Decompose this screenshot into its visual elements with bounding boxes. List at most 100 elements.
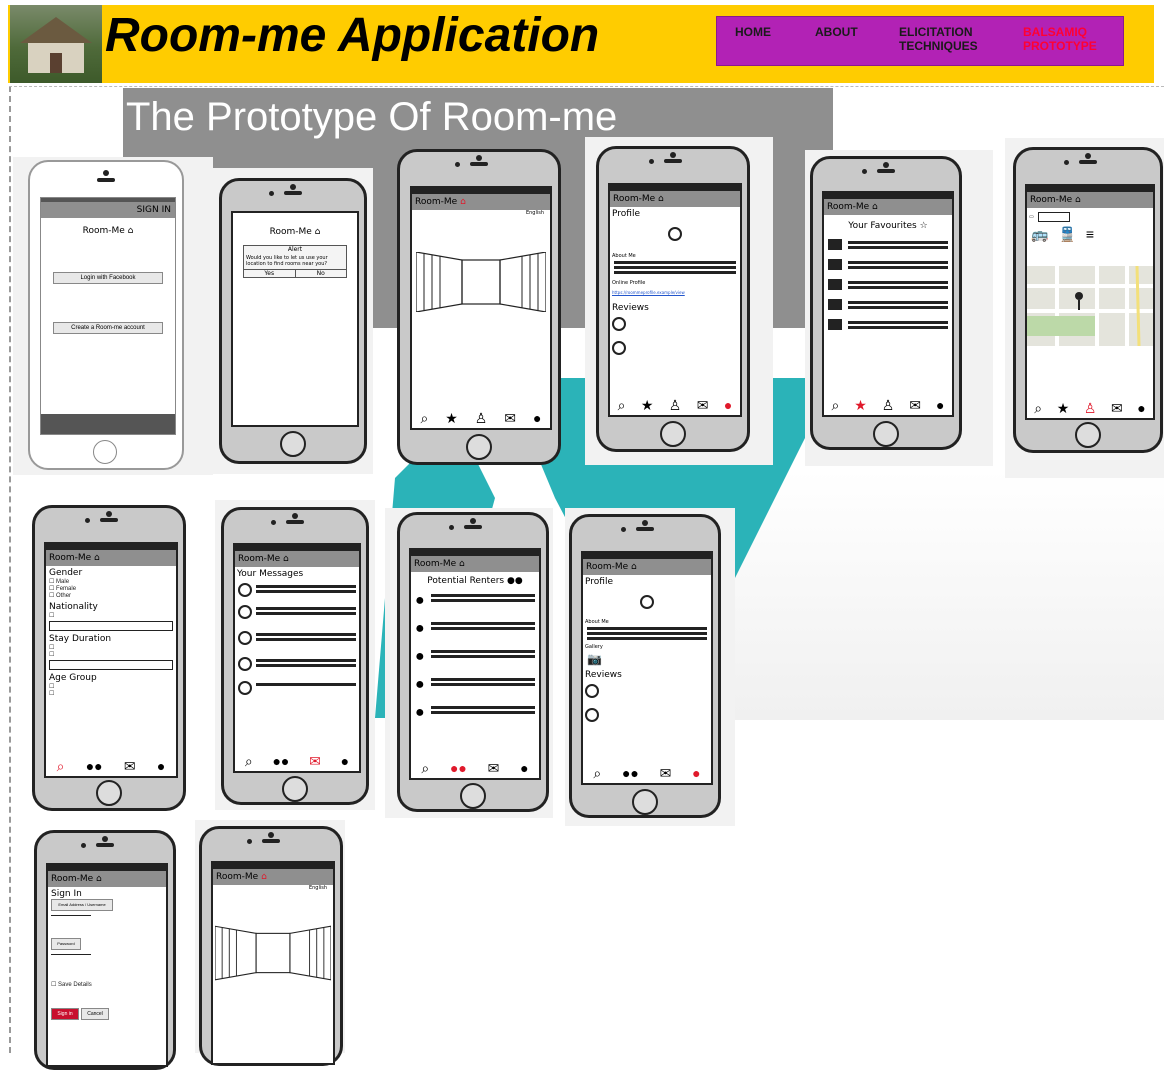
create-account-button[interactable]: Create a Room-me account: [53, 322, 163, 334]
star-icon[interactable]: ★: [1057, 400, 1070, 417]
language-label[interactable]: English: [213, 885, 333, 891]
message-list: [235, 581, 359, 697]
nav-balsamiq-prototype[interactable]: BALSAMIQ PROTOTYPE: [1023, 25, 1119, 53]
map-view[interactable]: [1027, 265, 1153, 347]
user-icon[interactable]: ●: [341, 753, 349, 769]
user-icon[interactable]: ●: [520, 760, 528, 776]
age-checkbox[interactable]: ☐: [49, 683, 173, 690]
renter-item[interactable]: ●: [415, 676, 535, 694]
camera-icon[interactable]: 📷: [587, 652, 707, 666]
message-item[interactable]: [238, 583, 356, 597]
bus-icon[interactable]: 🚌: [1031, 226, 1048, 243]
group-icon[interactable]: ●●: [450, 760, 467, 776]
stay-checkbox[interactable]: ☐: [49, 644, 173, 651]
star-icon[interactable]: ★: [641, 397, 654, 414]
person-icon: ●: [415, 704, 425, 721]
cancel-button[interactable]: Cancel: [81, 1008, 109, 1020]
renter-item[interactable]: ●: [415, 648, 535, 666]
gender-female-checkbox[interactable]: ☐ Female: [49, 585, 173, 592]
group-icon[interactable]: ●●: [86, 758, 103, 774]
about-me-label: About Me: [612, 253, 636, 259]
user-icon[interactable]: ●: [533, 410, 541, 426]
panorama-room-image: [215, 925, 331, 981]
mail-icon[interactable]: ✉: [504, 410, 516, 427]
mail-icon[interactable]: ✉: [488, 760, 500, 777]
train-icon[interactable]: 🚆: [1058, 226, 1075, 243]
nav-elicitation-techniques[interactable]: ELICITATION TECHNIQUES: [899, 25, 1009, 53]
password-input[interactable]: Password: [51, 938, 81, 950]
search-icon[interactable]: ⌕: [618, 397, 626, 414]
renter-item[interactable]: ●: [415, 704, 535, 722]
home-icon[interactable]: ⌂: [460, 197, 466, 207]
reviewer-avatar-icon: [612, 340, 626, 355]
image-icon: [828, 239, 842, 250]
house-logo-icon[interactable]: [10, 5, 102, 83]
mail-icon[interactable]: ✉: [124, 758, 136, 775]
alert-no-button[interactable]: No: [296, 270, 347, 277]
search-icon[interactable]: ⌕: [1034, 400, 1042, 417]
language-label[interactable]: English: [412, 210, 550, 216]
stay-select[interactable]: [49, 660, 173, 670]
star-icon[interactable]: ★: [445, 410, 458, 427]
mail-icon[interactable]: ✉: [697, 397, 709, 414]
message-item[interactable]: [238, 657, 356, 671]
app-title: Room-me Application: [105, 9, 600, 62]
reviews-heading: Reviews: [612, 303, 649, 313]
mail-icon[interactable]: ✉: [309, 753, 321, 770]
renter-item[interactable]: ●: [415, 620, 535, 638]
search-icon[interactable]: ⌕: [831, 397, 839, 414]
app-title-label: Room-Me: [613, 194, 656, 204]
message-item[interactable]: [238, 631, 356, 645]
search-icon[interactable]: ⌕: [593, 765, 601, 782]
star-icon[interactable]: ★: [854, 397, 867, 414]
mail-icon[interactable]: ✉: [660, 765, 672, 782]
username-input[interactable]: Email Address / Username: [51, 899, 113, 911]
user-icon[interactable]: ●: [1137, 400, 1145, 416]
person-pin-icon[interactable]: ♙: [1084, 400, 1097, 417]
user-icon[interactable]: ●: [157, 758, 165, 774]
renter-item[interactable]: ●: [415, 592, 535, 610]
message-item[interactable]: [238, 605, 356, 619]
search-icon[interactable]: ⌕: [420, 410, 428, 427]
person-pin-icon[interactable]: ♙: [669, 397, 682, 414]
profile-link[interactable]: https://roommeprofile.example/view: [612, 290, 738, 295]
nav-about[interactable]: ABOUT: [815, 25, 858, 39]
app-title-label: Room-Me: [82, 226, 125, 236]
facebook-login-button[interactable]: Login with Facebook: [53, 272, 163, 284]
sign-in-label[interactable]: SIGN IN: [137, 205, 171, 215]
alert-yes-button[interactable]: Yes: [244, 270, 296, 277]
search-field[interactable]: [1037, 212, 1070, 222]
image-icon: [828, 259, 842, 270]
user-icon[interactable]: ●: [724, 397, 732, 413]
gender-other-checkbox[interactable]: ☐ Other: [49, 592, 173, 599]
group-icon[interactable]: ●●: [622, 765, 639, 781]
top-nav: HOME ABOUT ELICITATION TECHNIQUES BALSAM…: [716, 16, 1124, 66]
sign-in-button[interactable]: Sign in: [51, 1008, 79, 1020]
person-pin-icon[interactable]: ♙: [882, 397, 895, 414]
gender-male-checkbox[interactable]: ☐ Male: [49, 578, 173, 585]
favourite-item[interactable]: [828, 259, 948, 271]
mockup-room-viewer-2: Room-Me ⌂ English: [199, 826, 343, 1066]
favourite-item[interactable]: [828, 239, 948, 251]
person-pin-icon[interactable]: ♙: [475, 410, 488, 427]
user-icon[interactable]: ●: [692, 765, 700, 781]
group-icon[interactable]: ●●: [272, 753, 289, 769]
user-icon[interactable]: ●: [936, 397, 944, 413]
favourite-item[interactable]: [828, 279, 948, 291]
save-details-checkbox[interactable]: ☐ Save Details: [51, 981, 163, 988]
mail-icon[interactable]: ✉: [909, 397, 921, 414]
message-item[interactable]: [238, 681, 356, 695]
list-icon[interactable]: ≡: [1086, 226, 1094, 243]
search-icon[interactable]: ⌕: [245, 753, 253, 770]
search-icon[interactable]: ⌕: [421, 760, 429, 777]
favourite-item[interactable]: [828, 299, 948, 311]
mail-icon[interactable]: ✉: [1111, 400, 1123, 417]
search-icon[interactable]: ⌕: [57, 758, 65, 775]
age-checkbox[interactable]: ☐: [49, 690, 173, 697]
home-icon[interactable]: ⌂: [261, 872, 267, 882]
app-title-label: Room-Me: [216, 872, 259, 882]
nationality-select[interactable]: [49, 621, 173, 631]
nav-home[interactable]: HOME: [735, 25, 771, 39]
favourite-item[interactable]: [828, 319, 948, 331]
stay-checkbox[interactable]: ☐: [49, 651, 173, 658]
